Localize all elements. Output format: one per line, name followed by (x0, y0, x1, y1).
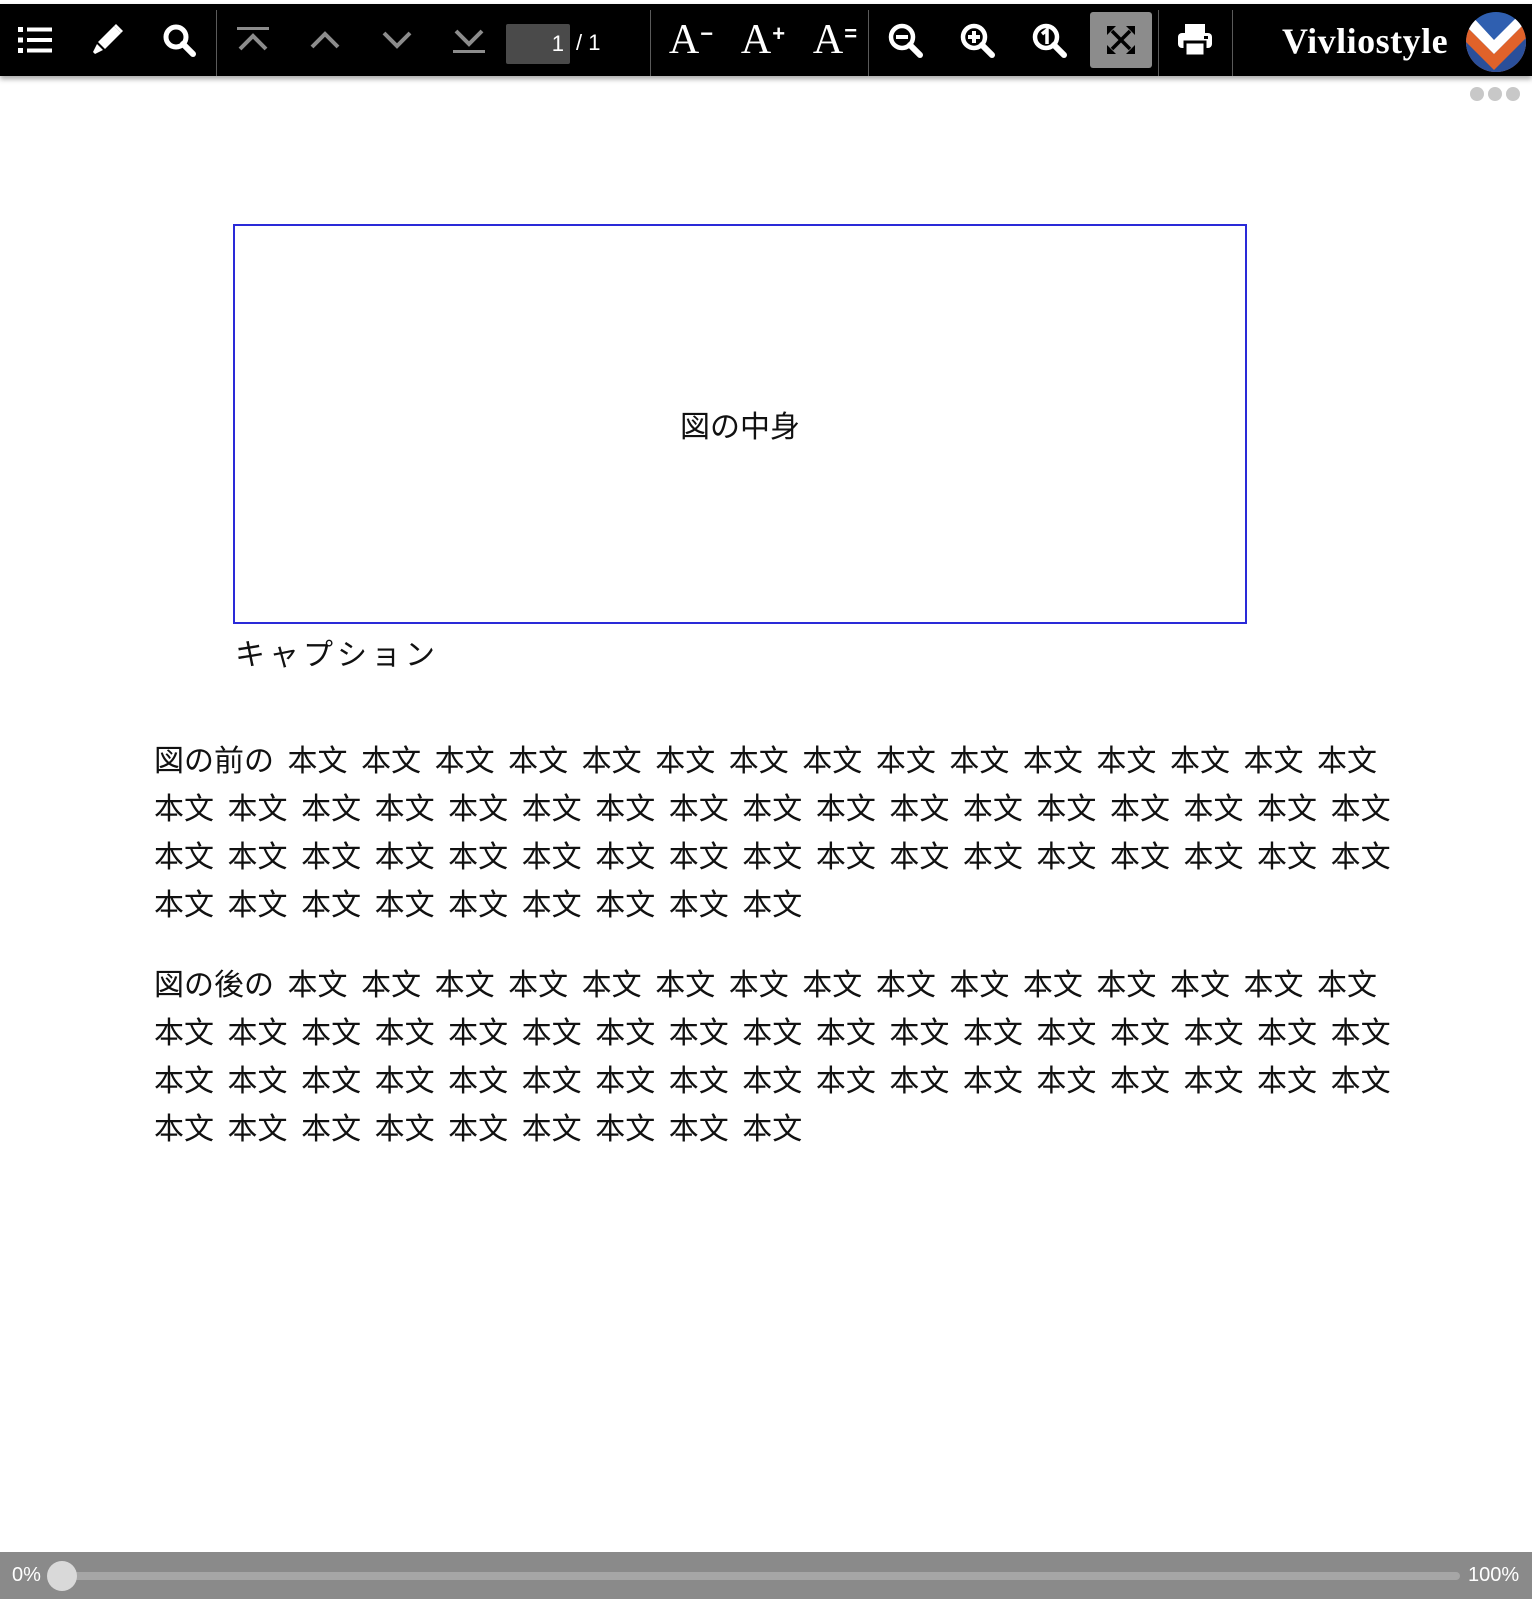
increase-font-size-button[interactable]: A + (732, 12, 794, 68)
more-options-button[interactable] (1470, 86, 1526, 104)
marker-button[interactable] (76, 12, 138, 68)
toc-button[interactable] (4, 12, 66, 68)
last-page-button[interactable] (438, 12, 500, 68)
vivliostyle-logo-icon (1466, 12, 1526, 72)
font-size-equal-sign: = (844, 21, 858, 46)
zoom-out-icon (888, 23, 923, 58)
next-page-button[interactable] (366, 12, 428, 68)
brand-name: Vivliostyle (1282, 21, 1449, 61)
viewer-toolbar: / 1 A− A+ A= (0, 4, 1532, 76)
font-size-plus-sign: + (772, 21, 786, 46)
dot (1506, 87, 1520, 101)
marker-pen-icon (93, 24, 123, 54)
font-size-minus-sign: − (700, 21, 714, 46)
previous-page-button[interactable] (294, 12, 356, 68)
progress-start-label: 0% (12, 1564, 41, 1586)
first-page-icon (237, 27, 269, 51)
progress-slider-thumb[interactable] (47, 1561, 77, 1591)
page-total-label: / 1 (576, 30, 601, 55)
printer-icon (1178, 24, 1212, 57)
toolbar-separator (868, 10, 869, 76)
decrease-font-size-button[interactable]: A − (660, 12, 722, 68)
search-icon (163, 24, 196, 57)
zoom-out-button[interactable] (874, 12, 936, 68)
chevron-down-icon (382, 31, 412, 49)
font-size-letter: A (740, 17, 772, 63)
toolbar-separator (650, 10, 651, 76)
fit-to-screen-icon (1107, 26, 1135, 54)
font-size-letter: A (812, 17, 844, 63)
progress-slider-track[interactable] (47, 1561, 1460, 1591)
zoom-actual-size-button[interactable] (1018, 12, 1080, 68)
reading-progress-bar: 0% 100% (0, 1552, 1532, 1599)
fit-to-screen-button[interactable] (1090, 12, 1152, 68)
figure-caption: キャプション (235, 638, 439, 673)
last-page-icon (453, 29, 485, 53)
page-number-input[interactable] (506, 24, 570, 64)
toolbar-separator (1232, 10, 1233, 76)
zoom-in-button[interactable] (946, 12, 1008, 68)
progress-end-label: 100% (1468, 1564, 1520, 1586)
first-page-button[interactable] (222, 12, 284, 68)
zoom-in-icon (960, 23, 995, 58)
reset-font-size-button[interactable]: A = (804, 12, 866, 68)
figure-box: 図の中身 (233, 224, 1247, 624)
search-button[interactable] (148, 12, 210, 68)
paragraph-before-figure: 図の前の 本文 本文 本文 本文 本文 本文 本文 本文 本文 本文 本文 本文… (154, 744, 1391, 923)
list-icon (18, 27, 52, 53)
paragraph-after-figure: 図の後の 本文 本文 本文 本文 本文 本文 本文 本文 本文 本文 本文 本文… (154, 968, 1391, 1147)
toolbar-separator (1158, 10, 1159, 76)
toolbar-separator (216, 10, 217, 76)
chevron-up-icon (310, 31, 340, 49)
print-button[interactable] (1164, 12, 1226, 68)
zoom-actual-icon (1032, 23, 1067, 58)
dot (1488, 87, 1502, 101)
font-size-letter: A (668, 17, 700, 63)
figure-content: 図の中身 (680, 410, 800, 445)
dot (1470, 87, 1484, 101)
